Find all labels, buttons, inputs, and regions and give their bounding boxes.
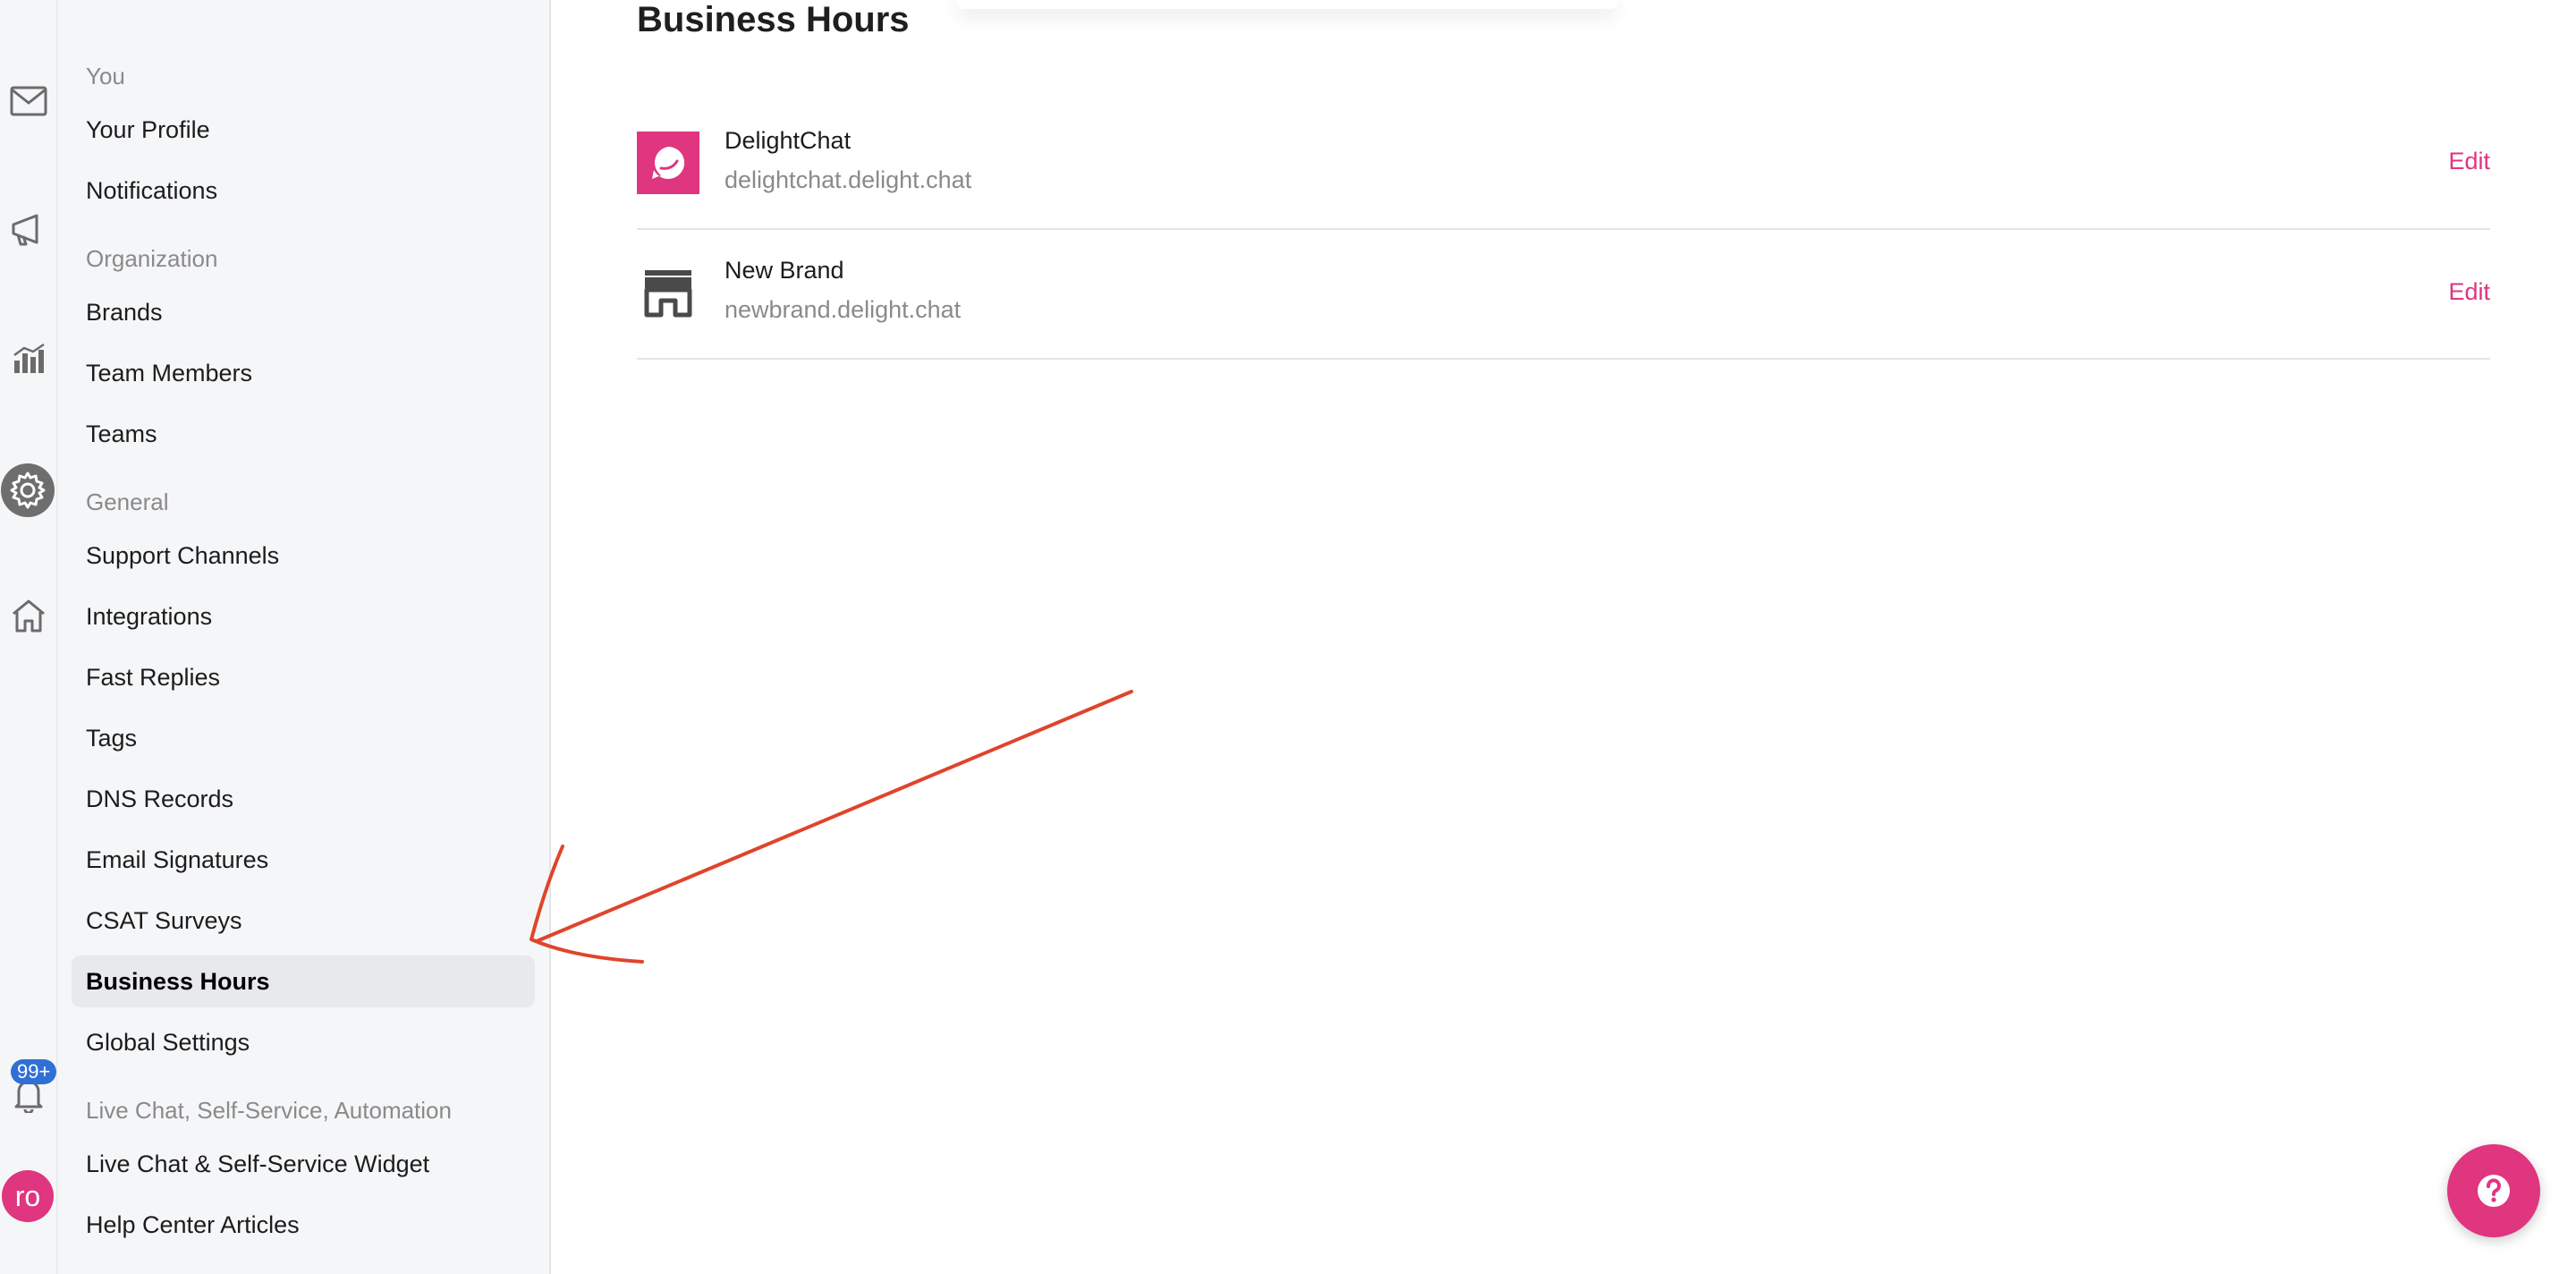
- brand-row: DelightChat delightchat.delight.chat Edi…: [637, 98, 2490, 230]
- help-question-icon[interactable]: [2447, 1144, 2540, 1237]
- nav-item-fast-replies[interactable]: Fast Replies: [72, 651, 535, 703]
- edit-brand-link[interactable]: Edit: [2448, 278, 2490, 306]
- nav-item-global-settings[interactable]: Global Settings: [72, 1016, 535, 1068]
- brand-name: DelightChat: [724, 127, 852, 154]
- notification-badge: 99+: [11, 1059, 57, 1084]
- nav-group-live-chat: Live Chat, Self-Service, Automation: [86, 1097, 452, 1124]
- nav-item-team-members[interactable]: Team Members: [72, 347, 535, 399]
- nav-item-notifications[interactable]: Notifications: [72, 165, 535, 217]
- nav-item-your-profile[interactable]: Your Profile: [72, 104, 535, 156]
- mail-icon[interactable]: [0, 86, 56, 116]
- nav-item-help-center-articles[interactable]: Help Center Articles: [72, 1199, 535, 1251]
- nav-item-live-chat-widget[interactable]: Live Chat & Self-Service Widget: [72, 1138, 535, 1190]
- nav-item-business-hours[interactable]: Business Hours: [72, 956, 535, 1007]
- dropdown-popover: [957, 0, 1617, 9]
- nav-item-brands[interactable]: Brands: [72, 286, 535, 338]
- nav-group-organization: Organization: [86, 245, 218, 272]
- brand-row: New Brand newbrand.delight.chat Edit: [637, 228, 2490, 360]
- nav-item-support-channels[interactable]: Support Channels: [72, 530, 535, 582]
- nav-group-general: General: [86, 488, 169, 515]
- home-icon[interactable]: [0, 598, 56, 633]
- nav-item-integrations[interactable]: Integrations: [72, 590, 535, 642]
- nav-item-tags[interactable]: Tags: [72, 712, 535, 764]
- edit-brand-link[interactable]: Edit: [2448, 148, 2490, 175]
- settings-nav: You Your Profile Notifications Organizat…: [57, 0, 551, 1274]
- main-content: Business Hours DelightChat delightchat.d…: [550, 0, 2576, 1274]
- brand-name: New Brand: [724, 257, 844, 284]
- nav-item-teams[interactable]: Teams: [72, 408, 535, 460]
- storefront-icon: [637, 260, 699, 323]
- brand-domain: newbrand.delight.chat: [724, 296, 962, 323]
- nav-item-csat-surveys[interactable]: CSAT Surveys: [72, 895, 535, 947]
- avatar[interactable]: ro: [2, 1170, 54, 1222]
- nav-group-you: You: [86, 63, 125, 89]
- nav-item-email-signatures[interactable]: Email Signatures: [72, 834, 535, 886]
- delightchat-logo-icon: [637, 132, 699, 194]
- megaphone-icon[interactable]: [0, 212, 56, 248]
- settings-gear-icon[interactable]: [1, 463, 55, 517]
- brand-domain: delightchat.delight.chat: [724, 166, 972, 193]
- nav-item-dns-records[interactable]: DNS Records: [72, 773, 535, 825]
- icon-rail: 99+ ro: [0, 0, 57, 1274]
- page-title: Business Hours: [637, 0, 910, 39]
- analytics-icon[interactable]: [0, 343, 56, 375]
